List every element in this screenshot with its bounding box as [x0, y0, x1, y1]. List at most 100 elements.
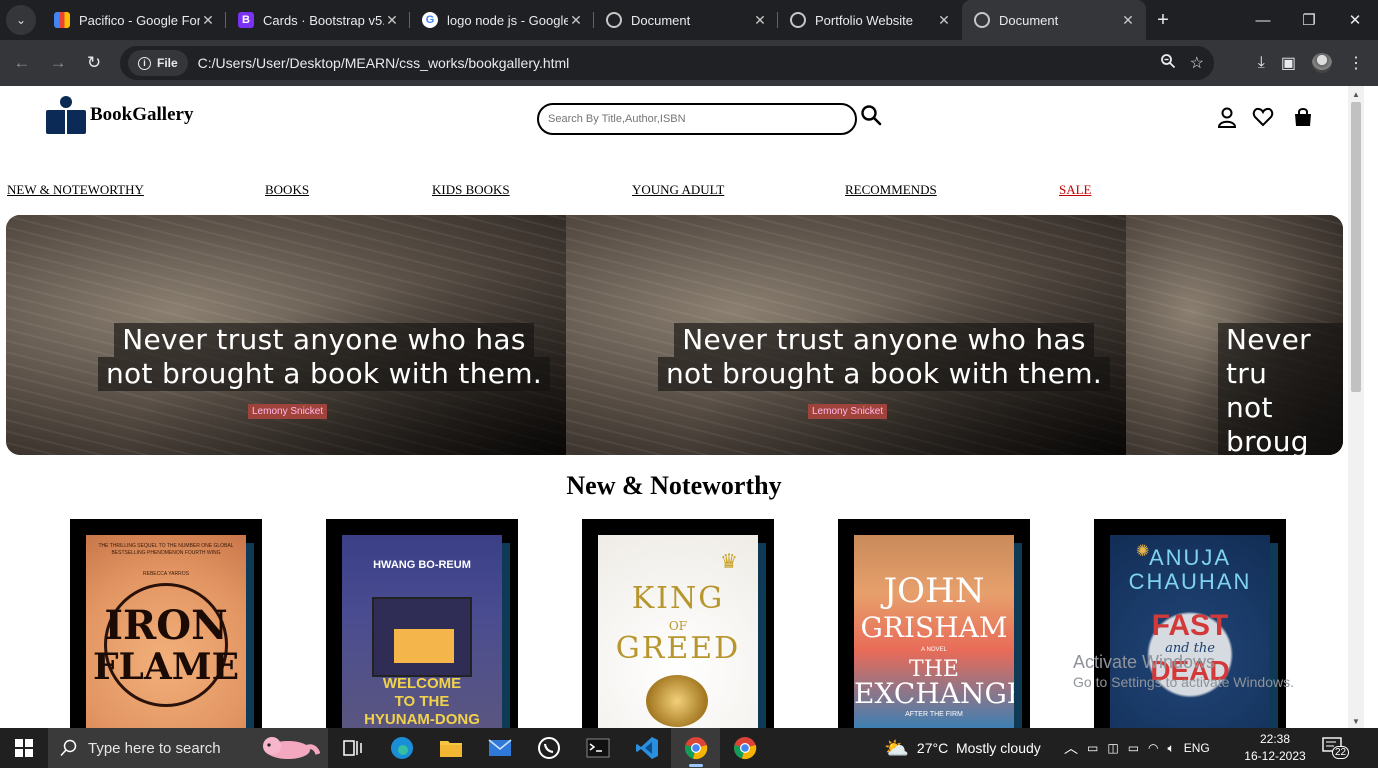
- nav-young-adult[interactable]: YOUNG ADULT: [632, 182, 724, 198]
- tab-title: Document: [631, 12, 691, 28]
- user-icon[interactable]: [1216, 106, 1238, 128]
- close-icon[interactable]: ✕: [1120, 12, 1136, 29]
- scroll-up-arrow-icon[interactable]: ▲: [1352, 90, 1360, 99]
- nav-kids-books[interactable]: KIDS BOOKS: [432, 182, 510, 198]
- taskbar-search[interactable]: Type here to search: [48, 728, 328, 768]
- page-scrollbar[interactable]: ▲ ▼: [1348, 86, 1364, 728]
- minimize-button[interactable]: —: [1240, 0, 1286, 40]
- chevron-up-icon[interactable]: ︿: [1064, 738, 1078, 758]
- book-list: THE THRILLING SEQUEL TO THE NUMBER ONE G…: [70, 519, 1286, 728]
- tab-title: Pacifico - Google Fonts: [79, 12, 200, 28]
- side-panel-icon[interactable]: ▣: [1281, 53, 1296, 73]
- tab-title: Cards · Bootstrap v5.3: [263, 12, 384, 28]
- book-card[interactable]: JOHN GRISHAM A NOVEL THE EXCHANGE AFTER …: [838, 519, 1030, 728]
- volume-icon[interactable]: 🔈︎: [1168, 741, 1175, 756]
- tab-bootstrap[interactable]: B Cards · Bootstrap v5.3 ✕: [226, 0, 410, 40]
- quote-author: Lemony Snicket: [808, 404, 888, 419]
- site-logo[interactable]: BookGallery: [46, 96, 193, 134]
- terminal-icon[interactable]: [573, 728, 622, 768]
- battery-icon[interactable]: ▭: [1128, 741, 1139, 755]
- menu-kebab-icon[interactable]: ⋮: [1348, 53, 1364, 73]
- tab-search-button[interactable]: ⌄: [6, 5, 36, 35]
- chip-label: File: [157, 56, 178, 70]
- wifi-icon[interactable]: ◠: [1148, 741, 1158, 755]
- url-text[interactable]: C:/Users/User/Desktop/MEARN/css_works/bo…: [198, 55, 570, 71]
- system-tray: ︿ ▭ ◫ ▭ ◠ 🔈︎ ENG: [1064, 728, 1210, 768]
- chrome-profile-icon[interactable]: [720, 728, 769, 768]
- close-icon[interactable]: ✕: [200, 12, 216, 29]
- task-view-icon[interactable]: [328, 728, 377, 768]
- notification-center[interactable]: 22: [1322, 737, 1350, 759]
- close-window-button[interactable]: ✕: [1332, 0, 1378, 40]
- book-card[interactable]: ✺ ANUJA CHAUHAN The FAST and the DEAD: [1094, 519, 1286, 728]
- tab-document[interactable]: Document ✕: [594, 0, 778, 40]
- book-card[interactable]: THE THRILLING SEQUEL TO THE NUMBER ONE G…: [70, 519, 262, 728]
- vscode-icon[interactable]: [622, 728, 671, 768]
- banner-panel: Never tru not broug: [1126, 215, 1343, 455]
- windows-start-icon[interactable]: [0, 728, 48, 768]
- banner-quote: Never trust anyone who has not brought a…: [98, 323, 551, 391]
- main-nav: NEW & NOTEWORTHY BOOKS KIDS BOOKS YOUNG …: [0, 182, 1348, 202]
- file-explorer-icon[interactable]: [426, 728, 475, 768]
- globe-icon: [974, 12, 990, 28]
- info-icon: i: [138, 56, 151, 70]
- forward-button[interactable]: →: [40, 45, 76, 81]
- download-icon[interactable]: ⤓: [1258, 54, 1265, 72]
- restore-button[interactable]: ❐: [1286, 0, 1332, 40]
- banner-quote: Never tru not broug: [1218, 323, 1343, 455]
- axolotl-highlight-icon: [258, 732, 321, 764]
- bookmark-star-icon[interactable]: ☆: [1190, 53, 1204, 73]
- tab-title: logo node js - Google Search: [447, 12, 568, 28]
- chrome-icon[interactable]: [671, 728, 720, 768]
- tab-title: Portfolio Website: [815, 12, 914, 28]
- profile-avatar[interactable]: [1312, 53, 1332, 73]
- browser-tools: ⤓ ▣ ⋮: [1258, 40, 1364, 86]
- nav-sale[interactable]: SALE: [1059, 182, 1092, 198]
- activation-watermark: Activate Windows Go to Settings to activ…: [1073, 652, 1294, 692]
- tab-document-active[interactable]: Document ✕: [962, 0, 1146, 40]
- new-tab-button[interactable]: +: [1146, 9, 1180, 32]
- tab-google-search[interactable]: G logo node js - Google Search ✕: [410, 0, 594, 40]
- meet-icon[interactable]: ▭: [1087, 741, 1098, 755]
- back-button[interactable]: ←: [4, 45, 40, 81]
- quote-line-1: Never trust anyone who has: [114, 323, 534, 357]
- display-icon[interactable]: ◫: [1107, 741, 1118, 755]
- tab-pacifico[interactable]: Pacifico - Google Fonts ✕: [42, 0, 226, 40]
- book-card[interactable]: ♛ KING OF GREED: [582, 519, 774, 728]
- nav-new-noteworthy[interactable]: NEW & NOTEWORTHY: [7, 182, 144, 198]
- search-icon[interactable]: [860, 104, 884, 128]
- scroll-down-arrow-icon[interactable]: ▼: [1352, 717, 1360, 726]
- address-bar[interactable]: i File C:/Users/User/Desktop/MEARN/css_w…: [120, 46, 1214, 80]
- close-icon[interactable]: ✕: [752, 12, 768, 29]
- mail-icon[interactable]: [475, 728, 524, 768]
- close-icon[interactable]: ✕: [936, 12, 952, 29]
- book-reader-logo-icon: [46, 96, 86, 134]
- cloudy-weather-icon: ⛅: [884, 737, 909, 760]
- book-card[interactable]: HWANG BO-REUM WELCOME TO THE HYUNAM-DONG: [326, 519, 518, 728]
- nav-books[interactable]: BOOKS: [265, 182, 309, 198]
- watermark-line-1: Activate Windows: [1073, 652, 1216, 672]
- heart-icon[interactable]: [1252, 106, 1274, 128]
- omnibox-actions: ☆: [1160, 46, 1204, 80]
- reload-button[interactable]: ↻: [76, 45, 112, 81]
- globe-icon: [790, 12, 806, 28]
- clock[interactable]: 22:38 16-12-2023: [1240, 731, 1310, 765]
- language-indicator[interactable]: ENG: [1184, 741, 1210, 755]
- shopping-bag-icon[interactable]: [1292, 106, 1314, 128]
- google-icon: G: [422, 12, 438, 28]
- zoom-icon[interactable]: [1160, 53, 1176, 74]
- whatsapp-icon[interactable]: [524, 728, 573, 768]
- site-info-chip[interactable]: i File: [128, 50, 188, 76]
- weather-widget[interactable]: ⛅ 27°C Mostly cloudy: [884, 728, 1041, 768]
- search-icon: [60, 739, 77, 757]
- notification-count: 22: [1332, 746, 1350, 759]
- close-icon[interactable]: ✕: [384, 12, 400, 29]
- scrollbar-thumb[interactable]: [1351, 102, 1361, 392]
- close-icon[interactable]: ✕: [568, 12, 584, 29]
- nav-recommends[interactable]: RECOMMENDS: [845, 182, 937, 198]
- tab-portfolio[interactable]: Portfolio Website ✕: [778, 0, 962, 40]
- gold-rose-illustration: [646, 675, 708, 727]
- bootstrap-icon: B: [238, 12, 254, 28]
- search-input[interactable]: [537, 103, 857, 135]
- edge-icon[interactable]: [377, 728, 426, 768]
